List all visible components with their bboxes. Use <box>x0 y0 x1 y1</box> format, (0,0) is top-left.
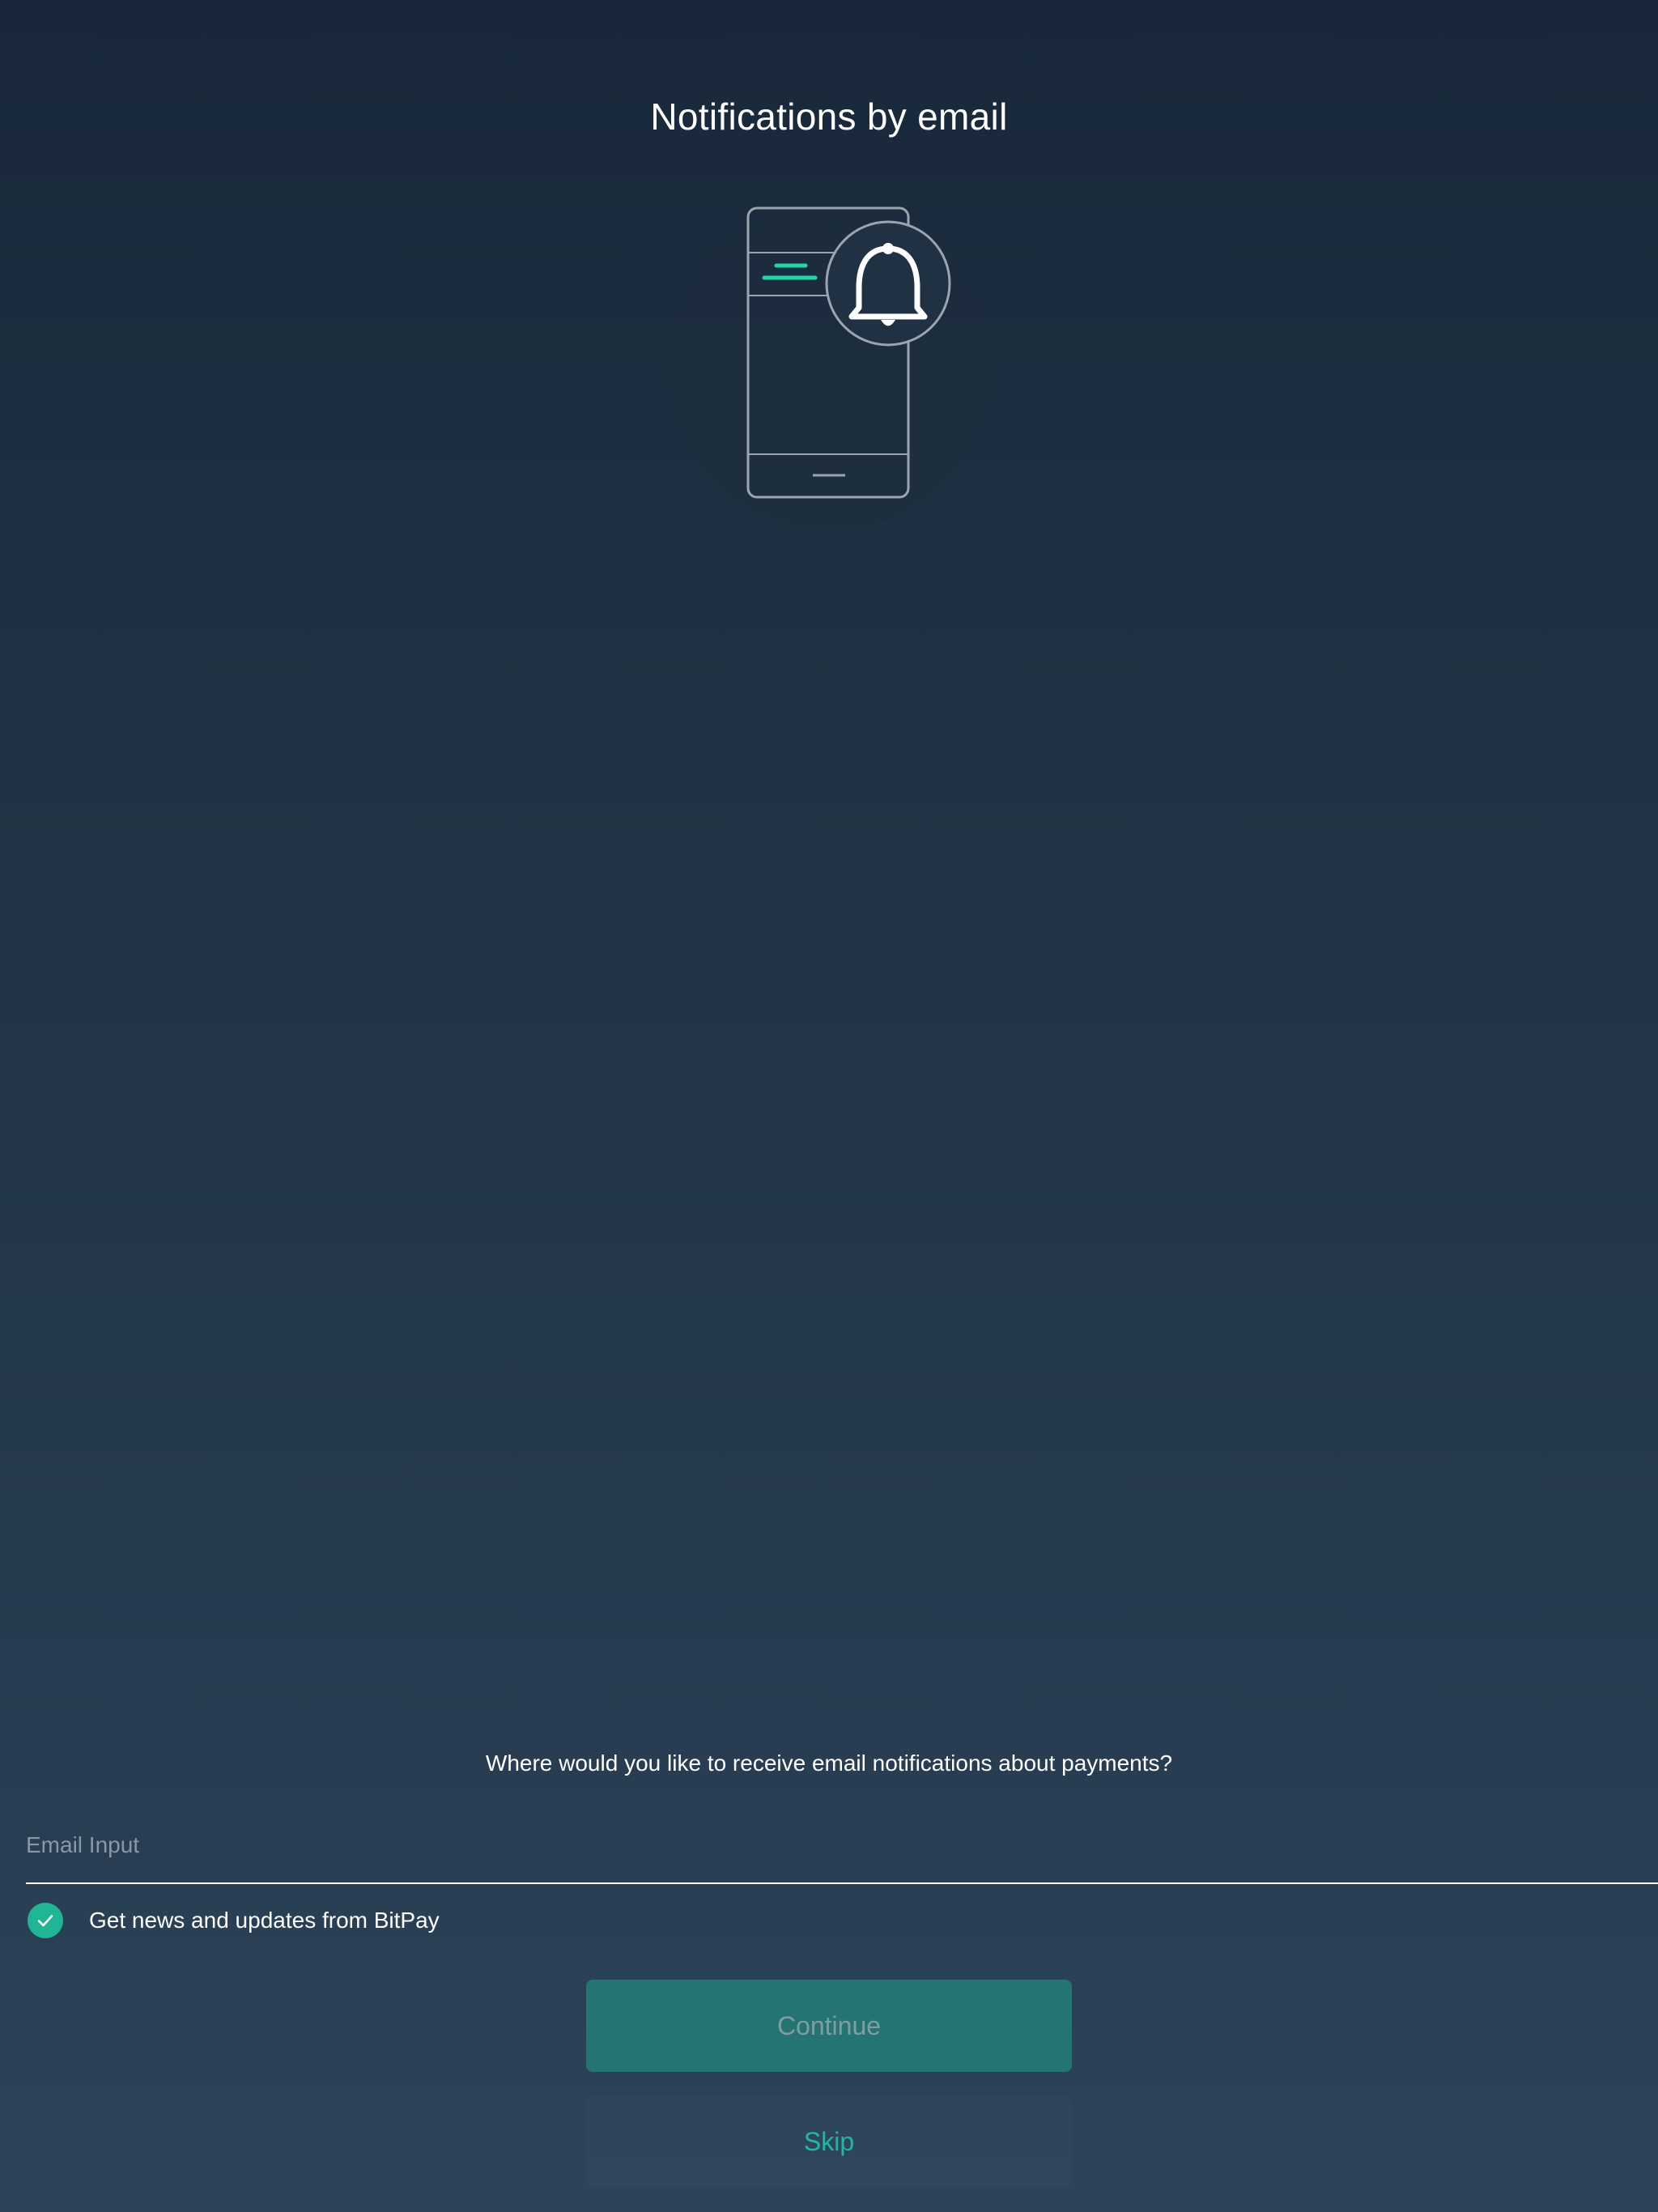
email-input[interactable] <box>26 1819 1658 1871</box>
checkmark-icon <box>37 1915 53 1927</box>
continue-button[interactable]: Continue <box>586 1980 1072 2072</box>
email-question-text: Where would you like to receive email no… <box>485 1750 1173 1776</box>
email-field[interactable] <box>26 1818 1658 1884</box>
newsletter-checkbox[interactable] <box>28 1903 63 1938</box>
newsletter-label: Get news and updates from BitPay <box>89 1908 440 1933</box>
bell-top-knob <box>882 243 894 254</box>
page-title: Notifications by email <box>650 96 1008 138</box>
skip-button[interactable]: Skip <box>586 2095 1072 2188</box>
phone-notification-illustration <box>668 206 992 526</box>
newsletter-option[interactable]: Get news and updates from BitPay <box>28 1903 440 1938</box>
bell-badge-circle <box>825 220 951 347</box>
